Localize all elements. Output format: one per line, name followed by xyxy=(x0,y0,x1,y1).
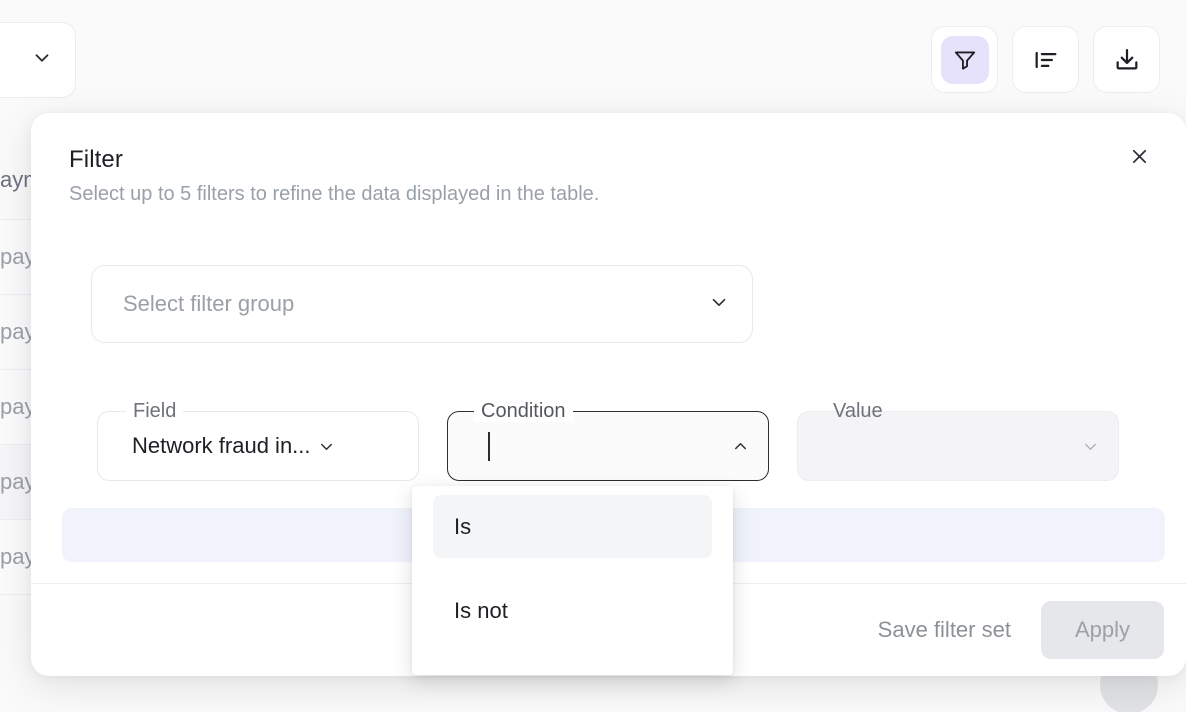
chevron-down-icon xyxy=(317,437,336,456)
filter-button[interactable] xyxy=(931,26,998,93)
dropdown-option-is[interactable]: Is xyxy=(433,495,712,558)
condition-select-label: Condition xyxy=(474,400,573,422)
condition-select[interactable]: Condition xyxy=(447,411,769,481)
sort-list-icon xyxy=(1022,36,1070,84)
filter-group-placeholder: Select filter group xyxy=(123,291,708,317)
screen: aym pay pay pay pay pay xyxy=(0,0,1186,712)
close-icon xyxy=(1129,146,1150,170)
sort-button[interactable] xyxy=(1012,26,1079,93)
table-actions-toolbar xyxy=(931,26,1160,93)
download-icon xyxy=(1103,36,1151,84)
filter-condition-row: Field Network fraud in... Condition Valu… xyxy=(97,411,1119,481)
field-select[interactable]: Field Network fraud in... xyxy=(97,411,419,481)
dialog-subtitle: Select up to 5 filters to refine the dat… xyxy=(69,183,1148,206)
close-button[interactable] xyxy=(1122,141,1156,175)
save-filter-set-button[interactable]: Save filter set xyxy=(860,603,1029,657)
condition-dropdown-menu: Is Is not xyxy=(412,486,733,675)
condition-text-caret xyxy=(488,432,490,461)
field-select-value: Network fraud in... xyxy=(132,433,311,459)
download-button[interactable] xyxy=(1093,26,1160,93)
chevron-down-icon xyxy=(1081,437,1100,456)
chevron-up-icon xyxy=(731,437,750,456)
dialog-header: Filter Select up to 5 filters to refine … xyxy=(31,113,1186,206)
apply-button[interactable]: Apply xyxy=(1041,601,1164,659)
chevron-down-icon xyxy=(31,47,53,74)
collapse-button[interactable] xyxy=(0,22,76,98)
value-select: Value xyxy=(797,411,1119,481)
filter-icon xyxy=(941,36,989,84)
filter-group-select[interactable]: Select filter group xyxy=(91,265,753,343)
dialog-title: Filter xyxy=(69,146,1148,174)
dropdown-spacer xyxy=(412,558,733,579)
dropdown-option-is-not[interactable]: Is not xyxy=(433,579,712,642)
value-select-label: Value xyxy=(826,400,890,422)
chevron-down-icon xyxy=(708,291,730,318)
field-select-label: Field xyxy=(126,400,183,422)
